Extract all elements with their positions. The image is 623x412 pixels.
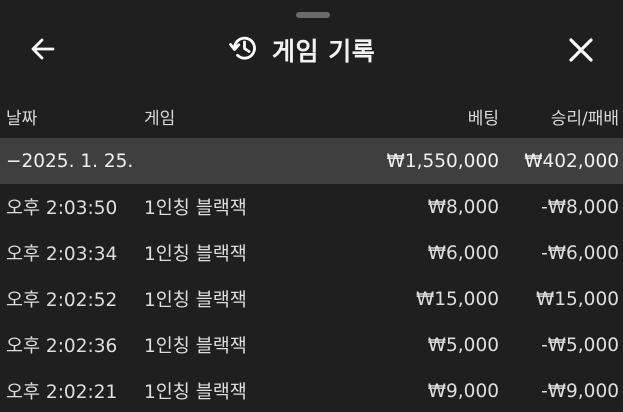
- row-bet: ₩6,000: [427, 242, 499, 264]
- row-game: 1인칭 블랙잭: [144, 382, 247, 403]
- row-game: 1인칭 블랙잭: [144, 244, 247, 265]
- top-bar: 게임 기록: [0, 24, 623, 76]
- table-row[interactable]: 오후 2:02:21 1인칭 블랙잭 ₩9,000 -₩9,000: [0, 368, 623, 412]
- table-row[interactable]: 오후 2:03:50 1인칭 블랙잭 ₩8,000 -₩8,000: [0, 184, 623, 230]
- column-header-date: 날짜: [6, 108, 38, 129]
- close-x-icon: [567, 36, 595, 68]
- row-bet: ₩9,000: [427, 380, 499, 402]
- row-time: 오후 2:02:52: [6, 290, 118, 311]
- column-header-result: 승리/패배: [550, 108, 619, 129]
- row-result: -₩9,000: [541, 380, 619, 402]
- row-bet: ₩5,000: [427, 334, 499, 356]
- close-button[interactable]: [563, 34, 599, 70]
- game-history-sheet: 게임 기록 날짜 게임 베팅 승리/패배 −2025. 1. 25. ₩1,55…: [0, 0, 623, 412]
- arrow-left-icon: [29, 35, 57, 67]
- table-row[interactable]: 오후 2:02:52 1인칭 블랙잭 ₩15,000 ₩15,000: [0, 276, 623, 322]
- column-header-game: 게임: [144, 108, 176, 129]
- group-date: −2025. 1. 25.: [6, 150, 134, 172]
- row-result: -₩6,000: [541, 242, 619, 264]
- row-bet: ₩15,000: [415, 288, 499, 310]
- drag-handle[interactable]: [296, 12, 330, 18]
- page-title: 게임 기록: [272, 37, 376, 66]
- row-game: 1인칭 블랙잭: [144, 290, 247, 311]
- row-result: ₩15,000: [535, 288, 619, 310]
- back-button[interactable]: [26, 34, 60, 68]
- row-result: -₩8,000: [541, 196, 619, 218]
- table-header: 날짜 게임 베팅 승리/패배: [0, 94, 623, 138]
- row-result: -₩5,000: [541, 334, 619, 356]
- group-bet-total: ₩1,550,000: [386, 150, 499, 172]
- history-clock-icon: [228, 32, 260, 68]
- row-bet: ₩8,000: [427, 196, 499, 218]
- row-game: 1인칭 블랙잭: [144, 336, 247, 357]
- row-time: 오후 2:03:34: [6, 244, 118, 265]
- title-group: 게임 기록: [228, 32, 375, 68]
- table-row[interactable]: 오후 2:03:34 1인칭 블랙잭 ₩6,000 -₩6,000: [0, 230, 623, 276]
- column-header-bet: 베팅: [467, 108, 499, 129]
- table-row[interactable]: 오후 2:02:36 1인칭 블랙잭 ₩5,000 -₩5,000: [0, 322, 623, 368]
- row-time: 오후 2:02:36: [6, 336, 118, 357]
- row-game: 1인칭 블랙잭: [144, 198, 247, 219]
- row-time: 오후 2:02:21: [6, 382, 118, 403]
- row-time: 오후 2:03:50: [6, 198, 118, 219]
- history-table: 날짜 게임 베팅 승리/패배 −2025. 1. 25. ₩1,550,000 …: [0, 94, 623, 412]
- date-group-row[interactable]: −2025. 1. 25. ₩1,550,000 ₩402,000: [0, 138, 623, 184]
- group-result-total: ₩402,000: [524, 150, 619, 172]
